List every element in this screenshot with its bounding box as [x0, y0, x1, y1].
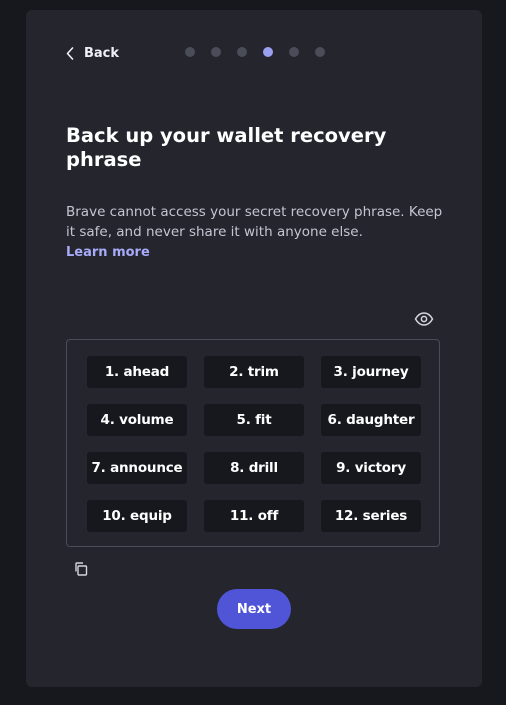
step-indicator	[185, 47, 325, 57]
phrase-word: 7. announce	[87, 452, 187, 484]
step-dot	[315, 47, 325, 57]
chevron-left-icon	[66, 46, 74, 60]
page-title: Back up your wallet recovery phrase	[66, 124, 387, 171]
onboarding-card: Back Back up your wallet recovery phrase…	[26, 10, 482, 687]
step-dot	[237, 47, 247, 57]
recovery-phrase-grid: 1. ahead 2. trim 3. journey 4. volume 5.…	[66, 339, 440, 547]
phrase-word: 6. daughter	[321, 404, 421, 436]
phrase-word: 4. volume	[87, 404, 187, 436]
copy-icon[interactable]	[73, 561, 89, 577]
phrase-word: 5. fit	[204, 404, 304, 436]
phrase-word: 2. trim	[204, 356, 304, 388]
phrase-word: 12. series	[321, 500, 421, 532]
learn-more-link[interactable]: Learn more	[66, 243, 150, 263]
top-nav: Back	[66, 43, 119, 63]
phrase-word: 10. equip	[87, 500, 187, 532]
eye-icon[interactable]	[414, 309, 434, 329]
description: Brave cannot access your secret recovery…	[66, 202, 446, 263]
phrase-word: 11. off	[204, 500, 304, 532]
back-label: Back	[84, 45, 120, 61]
back-button[interactable]: Back	[66, 46, 119, 61]
phrase-word: 1. ahead	[87, 356, 187, 388]
step-dot-active	[263, 47, 273, 57]
phrase-word: 8. drill	[204, 452, 304, 484]
step-dot	[211, 47, 221, 57]
step-dot	[289, 47, 299, 57]
phrase-word: 9. victory	[321, 452, 421, 484]
description-text: Brave cannot access your secret recovery…	[66, 204, 443, 240]
phrase-word: 3. journey	[321, 356, 421, 388]
next-button[interactable]: Next	[217, 589, 291, 629]
step-dot	[185, 47, 195, 57]
